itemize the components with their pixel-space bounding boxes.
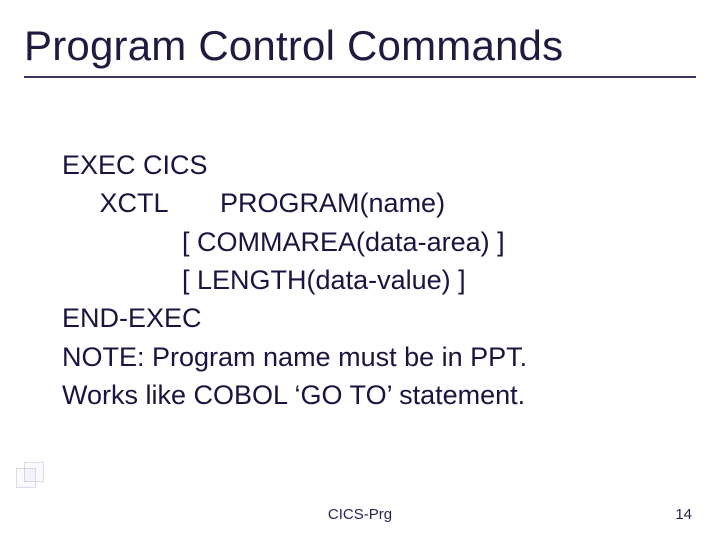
title-area: Program Control Commands [24, 22, 696, 86]
code-line: [ LENGTH(data-value) ] [62, 261, 680, 299]
body-text: EXEC CICS XCTL PROGRAM(name) [ COMMAREA(… [62, 146, 680, 414]
page-number: 14 [675, 506, 692, 523]
footer: CICS-Prg 14 [0, 506, 720, 526]
code-line: XCTL PROGRAM(name) [62, 184, 680, 222]
code-line: [ COMMAREA(data-area) ] [62, 223, 680, 261]
footer-label: CICS-Prg [328, 506, 392, 523]
slide: Program Control Commands EXEC CICS XCTL … [0, 0, 720, 540]
note-line: Works like COBOL ‘GO TO’ statement. [62, 376, 680, 414]
code-line: EXEC CICS [62, 146, 680, 184]
note-line: NOTE: Program name must be in PPT. [62, 338, 680, 376]
decorative-squares [16, 462, 42, 488]
slide-title: Program Control Commands [24, 22, 696, 70]
code-line: END-EXEC [62, 299, 680, 337]
title-rule [24, 76, 696, 78]
